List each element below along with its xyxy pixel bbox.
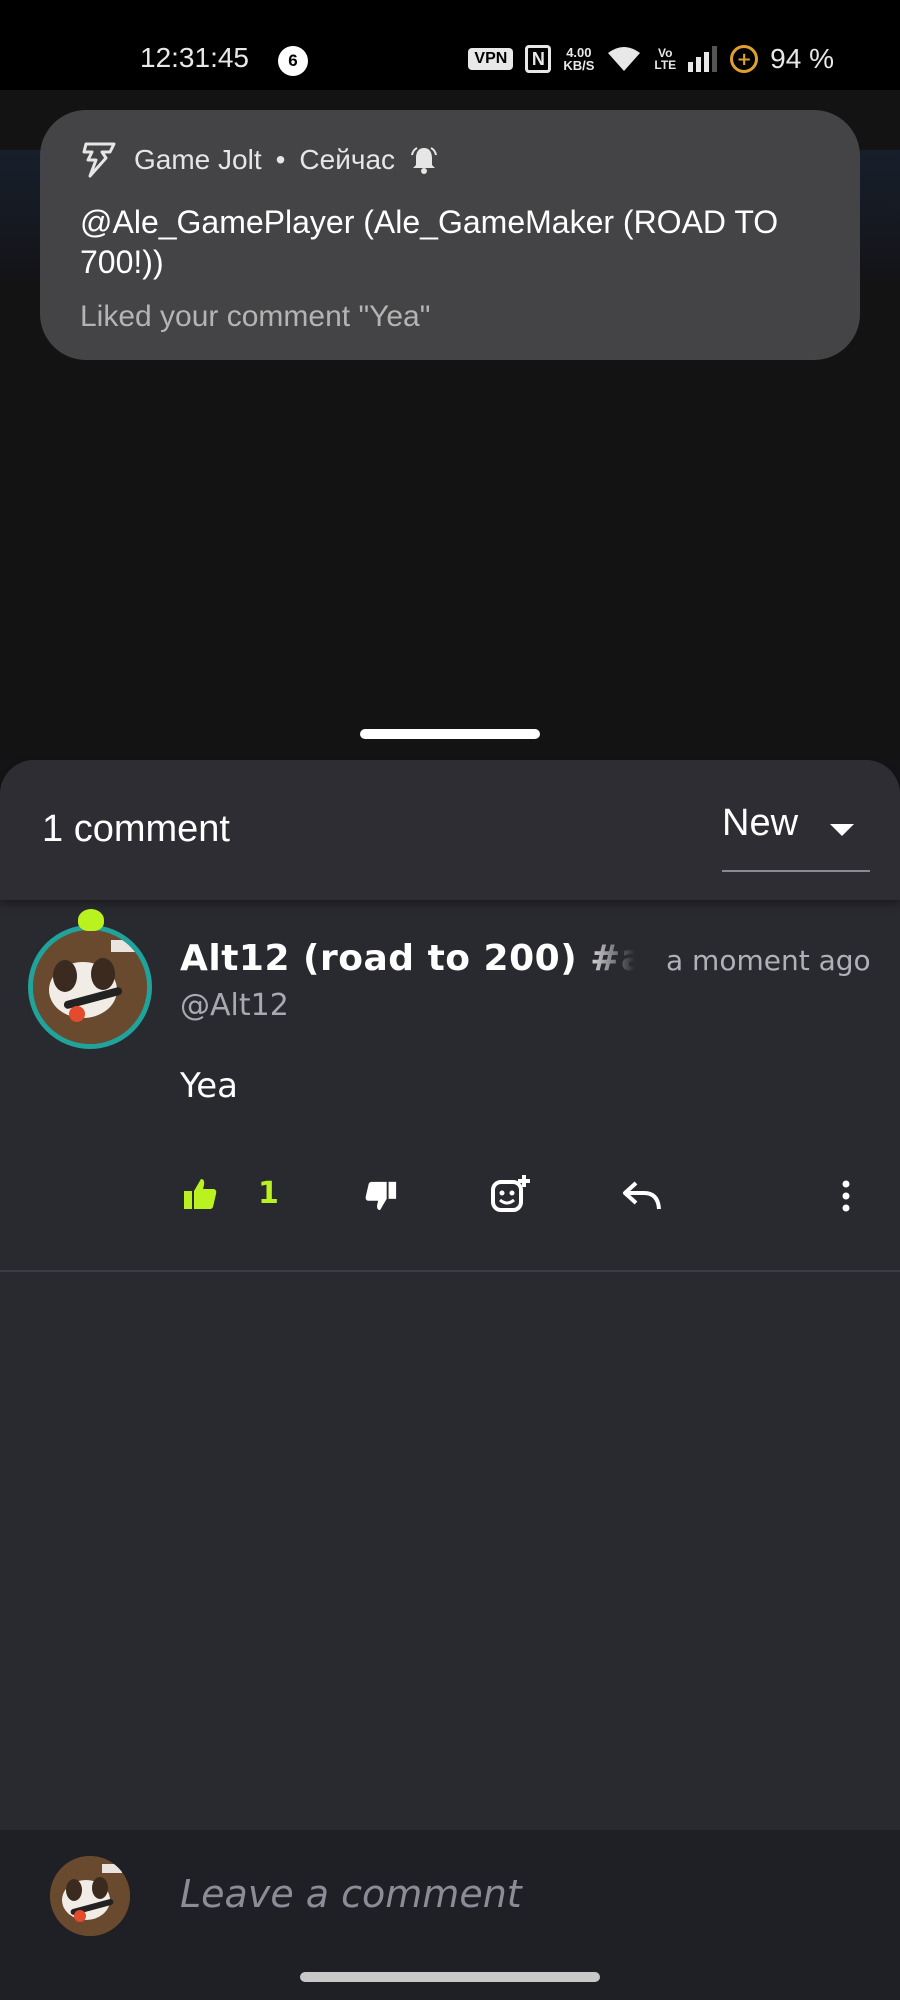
- current-user-avatar: [50, 1856, 130, 1936]
- thumbs-up-icon: [184, 1179, 217, 1209]
- current-user-avatar-image: [50, 1856, 130, 1936]
- like-button[interactable]: [182, 1170, 218, 1218]
- vpn-icon: VPN: [468, 48, 514, 70]
- avatar[interactable]: [28, 925, 152, 1049]
- comment-time: a moment ago: [666, 944, 871, 977]
- screen: 12:31:45 6 VPN N 4.00 KB/S Vo LTE + 94 %…: [0, 0, 900, 2000]
- like-count: 1: [258, 1176, 279, 1211]
- reply-icon: [623, 1181, 661, 1210]
- battery-percentage: 94 %: [770, 43, 834, 74]
- home-indicator[interactable]: [300, 1972, 600, 1982]
- sort-select[interactable]: New: [722, 802, 870, 872]
- battery-saver-icon: +: [730, 45, 759, 73]
- comment-input[interactable]: Leave a comment: [180, 1872, 522, 1916]
- comment-avatar-wrap[interactable]: [28, 905, 152, 1049]
- volte-bottom: LTE: [654, 58, 677, 72]
- bell-icon: [411, 147, 437, 174]
- comment-text: Yea: [180, 1066, 239, 1106]
- notification-time: Сейчас: [299, 144, 396, 175]
- frog-badge-icon: [78, 909, 104, 931]
- game-jolt-icon: [82, 142, 116, 178]
- thumbs-down-icon: [365, 1181, 397, 1211]
- more-options-button[interactable]: [840, 1172, 852, 1220]
- dislike-button[interactable]: [364, 1172, 398, 1220]
- notification-body: Liked your comment "Yea": [80, 300, 431, 333]
- status-bar: 12:31:45 6 VPN N 4.00 KB/S Vo LTE + 94 %: [0, 0, 900, 90]
- nfc-icon: N: [525, 45, 552, 73]
- sheet-drag-handle[interactable]: [360, 729, 540, 739]
- sort-selected-value: New: [722, 802, 799, 844]
- status-time: 12:31:45: [140, 42, 249, 73]
- avatar-image: [33, 930, 147, 1044]
- notification-card[interactable]: Game Jolt • Сейчас @Ale_GamePlayer (Ale_…: [40, 110, 860, 360]
- notification-app-name: Game Jolt: [134, 144, 262, 175]
- more-vertical-icon: [842, 1180, 850, 1212]
- notification-separator: •: [275, 144, 286, 175]
- network-speed-unit: KB/S: [563, 58, 595, 73]
- wifi-icon: [608, 47, 641, 71]
- add-reaction-button[interactable]: [490, 1170, 532, 1218]
- notification-title: @Ale_GamePlayer (Ale_GameMaker (ROAD TO …: [80, 204, 779, 280]
- volte-icon: Vo LTE: [654, 47, 676, 71]
- comments-header: 1 comment New: [0, 760, 900, 900]
- comment-handle[interactable]: @Alt12: [180, 988, 289, 1023]
- add-reaction-icon: [491, 1175, 530, 1212]
- notification-header: Game Jolt • Сейчас: [80, 140, 820, 180]
- status-icons: VPN N 4.00 KB/S Vo LTE + 94 %: [468, 42, 834, 76]
- network-speed: 4.00 KB/S: [563, 46, 594, 72]
- comment-author[interactable]: Alt12 (road to 200) #acc: [180, 938, 635, 979]
- comment-count: 1 comment: [42, 808, 230, 850]
- notification-count-badge: 6: [278, 46, 308, 76]
- signal-icon: [688, 46, 718, 72]
- chevron-down-icon: [830, 824, 854, 836]
- reply-button[interactable]: [622, 1172, 662, 1220]
